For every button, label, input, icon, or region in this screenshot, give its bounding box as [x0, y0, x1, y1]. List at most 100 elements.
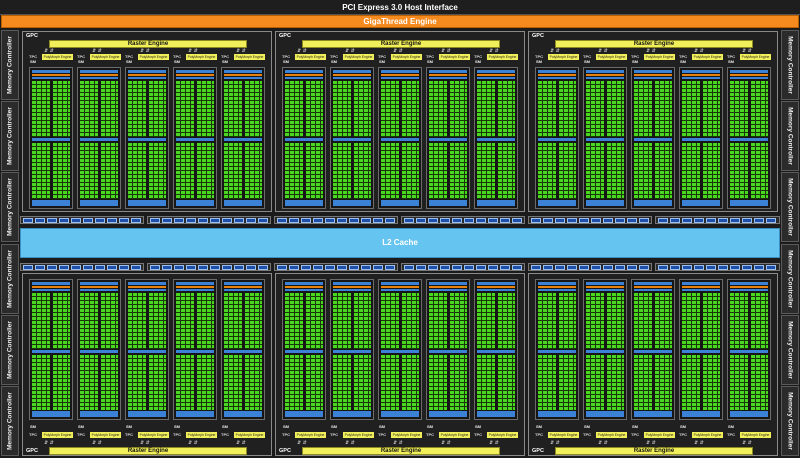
memory-block — [83, 218, 93, 223]
cuda-core-block — [80, 354, 98, 410]
sm-unit-bar — [80, 77, 118, 79]
cuda-core-grid — [100, 293, 118, 349]
sm-unit-bar — [32, 74, 70, 76]
cuda-core-block — [429, 354, 447, 410]
sm-unit-bar — [176, 349, 214, 353]
sm-unit-bar — [128, 77, 166, 79]
tpc-label: TPC — [221, 432, 229, 437]
sm-unit-bar — [477, 203, 515, 206]
cuda-core-block — [80, 293, 98, 349]
cuda-core-grid — [538, 293, 556, 349]
memory-controller-label: Memory Controller — [786, 107, 794, 166]
polymorph-engine: PolyMorph Engine — [138, 432, 169, 438]
cuda-core-grid — [702, 143, 720, 199]
cuda-core-block — [634, 354, 652, 410]
sm-unit-bar — [730, 70, 768, 73]
polymorph-engine: PolyMorph Engine — [487, 432, 518, 438]
cuda-core-block — [305, 354, 323, 410]
cuda-core-grid — [449, 143, 467, 199]
sm-unit-bar — [333, 289, 371, 291]
sm-label: SM — [78, 424, 84, 429]
cuda-core-grid — [353, 143, 371, 199]
cuda-core-grid — [80, 143, 98, 199]
sm — [727, 279, 771, 420]
cuda-core-grid — [477, 143, 495, 199]
cuda-core-grid — [353, 354, 371, 410]
cuda-core-block — [52, 354, 70, 410]
memory-block — [107, 265, 117, 270]
cuda-core-block — [558, 81, 576, 137]
memory-block — [766, 218, 776, 223]
sm-unit-bar — [477, 349, 515, 353]
memory-block — [373, 218, 383, 223]
cuda-core-block — [654, 143, 672, 199]
sm-unit-bar — [381, 70, 419, 73]
sm-unit-bar — [730, 74, 768, 76]
memory-controller: Memory Controller — [1, 30, 19, 101]
memory-controller-label: Memory Controller — [786, 320, 794, 379]
cuda-core-grid — [477, 81, 495, 137]
cuda-core-block — [353, 143, 371, 199]
sm-label: SM — [222, 59, 228, 64]
memory-strip — [20, 216, 144, 224]
memory-block — [174, 265, 184, 270]
cuda-core-grid — [381, 293, 399, 349]
cuda-core-block — [606, 143, 624, 199]
sm — [125, 279, 169, 420]
memory-block — [440, 265, 450, 270]
memory-block — [47, 265, 57, 270]
cuda-core-block — [148, 293, 166, 349]
arrows-icon: ⇵ ⇵ — [646, 440, 656, 446]
sm-label: SM — [30, 59, 36, 64]
arrows-icon: ⇵ ⇵ — [44, 440, 54, 446]
sm-unit-bar — [381, 349, 419, 353]
sm-unit-bar — [285, 74, 323, 76]
cuda-core-block — [538, 81, 556, 137]
memory-block — [428, 265, 438, 270]
sm-unit-bar — [477, 74, 515, 76]
cuda-core-grid — [52, 354, 70, 410]
cuda-core-block — [702, 143, 720, 199]
sm-unit-bar — [429, 282, 467, 285]
gpc-label: GPC — [279, 33, 291, 39]
memory-block — [277, 265, 287, 270]
tpc-label: TPC — [125, 432, 133, 437]
polymorph-engine: PolyMorph Engine — [295, 432, 326, 438]
sm-unit-bar — [634, 203, 672, 206]
cuda-core-grid — [538, 354, 556, 410]
sm-unit-bar — [429, 70, 467, 73]
cuda-core-grid — [558, 143, 576, 199]
polymorph-engine: PolyMorph Engine — [439, 54, 470, 60]
cuda-core-block — [224, 354, 242, 410]
cuda-core-grid — [730, 354, 748, 410]
arrows-icon: ⇵ ⇵ — [694, 440, 704, 446]
cuda-core-grid — [682, 143, 700, 199]
cuda-core-grid — [586, 293, 604, 349]
cuda-core-grid — [606, 143, 624, 199]
arrows-icon: ⇵ ⇵ — [550, 440, 560, 446]
cuda-core-block — [558, 354, 576, 410]
memory-block — [754, 265, 764, 270]
sm-unit-bar — [285, 77, 323, 79]
polymorph-engine: PolyMorph Engine — [42, 54, 73, 60]
memory-block — [150, 265, 160, 270]
cuda-core-block — [333, 354, 351, 410]
sm-label: SM — [680, 59, 686, 64]
sm-unit-bar — [333, 70, 371, 73]
sm — [330, 67, 374, 209]
sm-unit-bar — [381, 138, 419, 141]
cuda-core-block — [538, 354, 556, 410]
sm-unit-bar — [80, 286, 118, 288]
memory-block — [234, 218, 244, 223]
memory-controller: Memory Controller — [1, 101, 19, 172]
cuda-core-grid — [305, 81, 323, 137]
arrows-icon: ⇵ ⇵ — [236, 440, 246, 446]
memory-block — [162, 218, 172, 223]
raster-engine: Raster Engine — [49, 40, 247, 48]
memory-controller: Memory Controller — [781, 172, 799, 243]
sm-unit-bar — [682, 289, 720, 291]
memory-block — [349, 218, 359, 223]
cuda-core-grid — [497, 293, 515, 349]
cuda-core-block — [429, 81, 447, 137]
sm-unit-bar — [682, 414, 720, 417]
